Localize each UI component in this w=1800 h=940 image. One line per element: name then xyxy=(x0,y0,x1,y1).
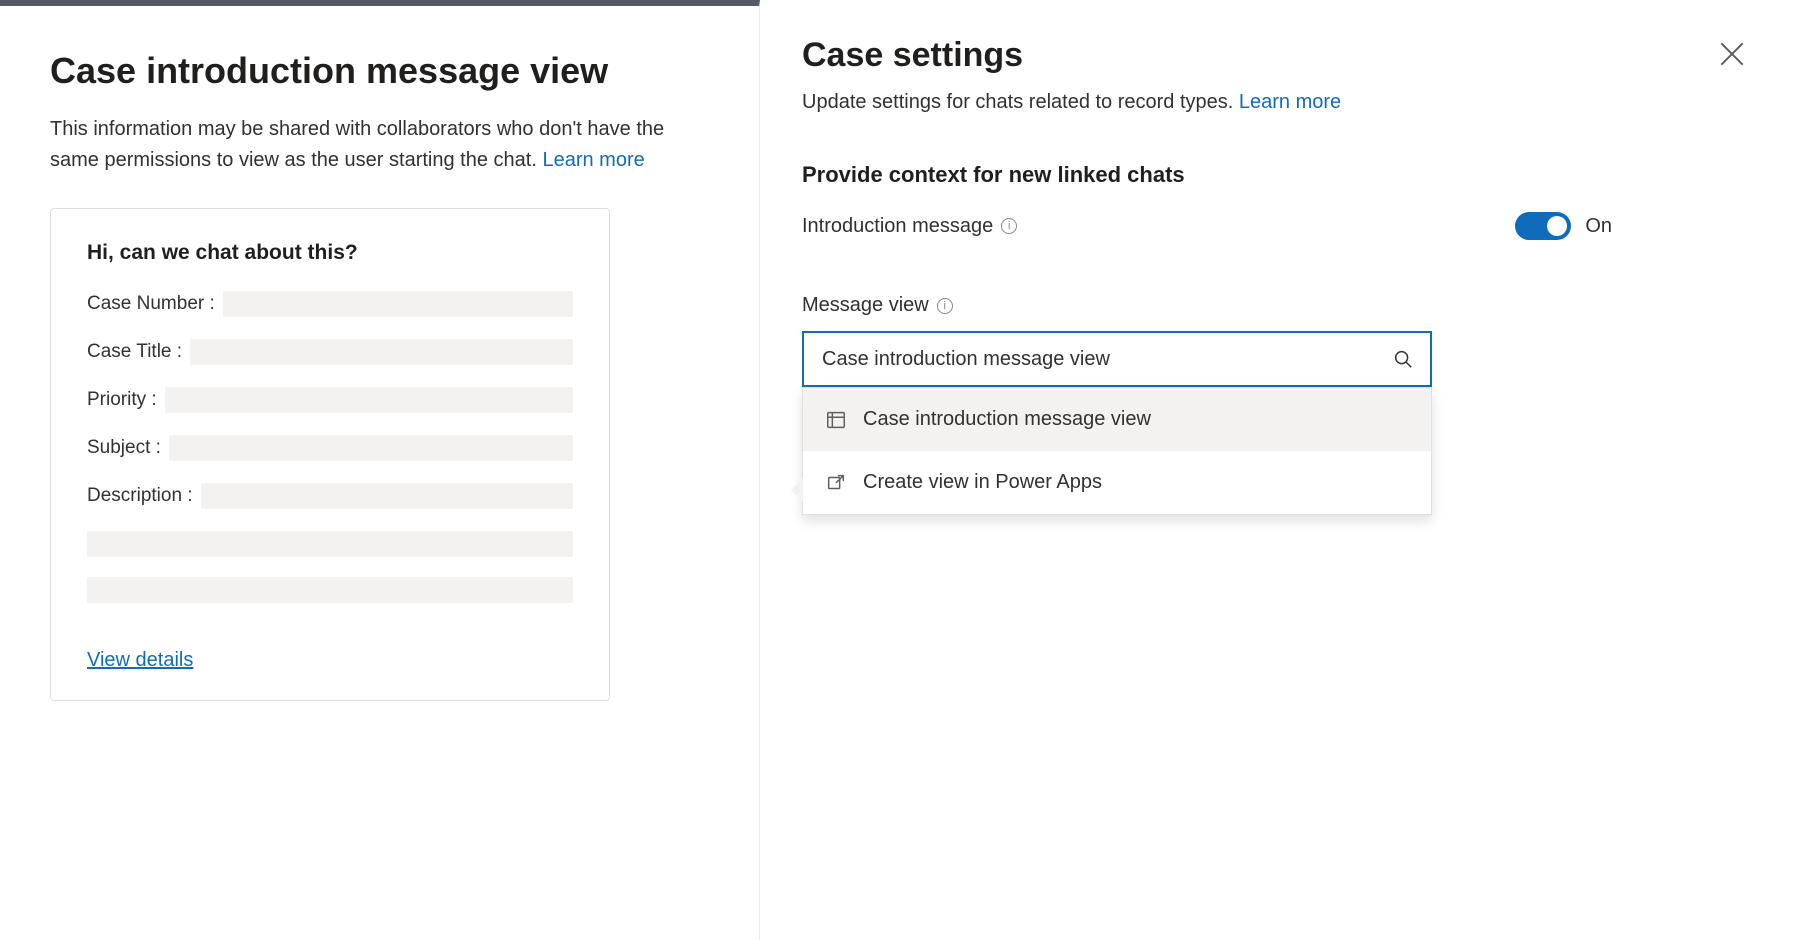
field-label: Case Title : xyxy=(87,341,182,363)
introduction-message-label: Introduction message i xyxy=(802,215,1017,238)
preview-panel-title: Case introduction message view xyxy=(50,50,709,92)
preview-field-description: Description : xyxy=(87,483,573,509)
field-label: Case Number : xyxy=(87,293,215,315)
skeleton-placeholder xyxy=(87,531,573,557)
info-icon[interactable]: i xyxy=(1001,218,1017,234)
combobox-input[interactable]: Case introduction message view xyxy=(802,331,1432,387)
message-preview-card: Hi, can we chat about this? Case Number … xyxy=(50,208,610,701)
message-view-label-text: Message view xyxy=(802,294,929,317)
learn-more-link[interactable]: Learn more xyxy=(1239,91,1341,113)
open-external-icon xyxy=(825,472,847,494)
search-icon xyxy=(1392,348,1414,370)
option-label: Case introduction message view xyxy=(863,408,1151,431)
toggle-state-text: On xyxy=(1585,215,1612,238)
skeleton-placeholder xyxy=(190,339,573,365)
settings-panel: Case settings Update settings for chats … xyxy=(760,0,1800,940)
intro-label-text: Introduction message xyxy=(802,215,993,238)
message-view-combobox: Case introduction message view Case intr… xyxy=(802,331,1432,387)
view-icon xyxy=(825,409,847,431)
skeleton-placeholder xyxy=(169,435,573,461)
preview-field-case-number: Case Number : xyxy=(87,291,573,317)
toggle-group: On xyxy=(1515,212,1612,240)
option-case-introduction-view[interactable]: Case introduction message view xyxy=(803,388,1431,451)
combobox-value: Case introduction message view xyxy=(822,348,1392,371)
close-icon[interactable] xyxy=(1716,38,1748,70)
settings-desc-text: Update settings for chats related to rec… xyxy=(802,91,1239,113)
preview-greeting: Hi, can we chat about this? xyxy=(87,241,573,265)
skeleton-placeholder xyxy=(201,483,573,509)
combobox-dropdown: Case introduction message view Create vi… xyxy=(802,387,1432,515)
view-details-link[interactable]: View details xyxy=(87,649,193,672)
skeleton-placeholder xyxy=(165,387,573,413)
info-icon[interactable]: i xyxy=(937,298,953,314)
toggle-knob xyxy=(1547,216,1567,236)
option-label: Create view in Power Apps xyxy=(863,471,1102,494)
settings-description: Update settings for chats related to rec… xyxy=(802,91,1750,114)
skeleton-placeholder xyxy=(223,291,573,317)
settings-title: Case settings xyxy=(802,36,1750,75)
skeleton-placeholder xyxy=(87,577,573,603)
introduction-message-toggle[interactable] xyxy=(1515,212,1571,240)
preview-field-case-title: Case Title : xyxy=(87,339,573,365)
dropdown-pointer xyxy=(791,478,803,502)
section-heading: Provide context for new linked chats xyxy=(802,162,1750,188)
field-label: Description : xyxy=(87,485,193,507)
preview-field-subject: Subject : xyxy=(87,435,573,461)
preview-panel-description: This information may be shared with coll… xyxy=(50,114,709,176)
learn-more-link[interactable]: Learn more xyxy=(542,149,644,171)
option-create-view-power-apps[interactable]: Create view in Power Apps xyxy=(803,451,1431,514)
preview-field-priority: Priority : xyxy=(87,387,573,413)
preview-panel: Case introduction message view This info… xyxy=(0,0,760,940)
introduction-message-row: Introduction message i On xyxy=(802,212,1612,240)
field-label: Priority : xyxy=(87,389,157,411)
field-label: Subject : xyxy=(87,437,161,459)
message-view-label: Message view i xyxy=(802,294,1750,317)
